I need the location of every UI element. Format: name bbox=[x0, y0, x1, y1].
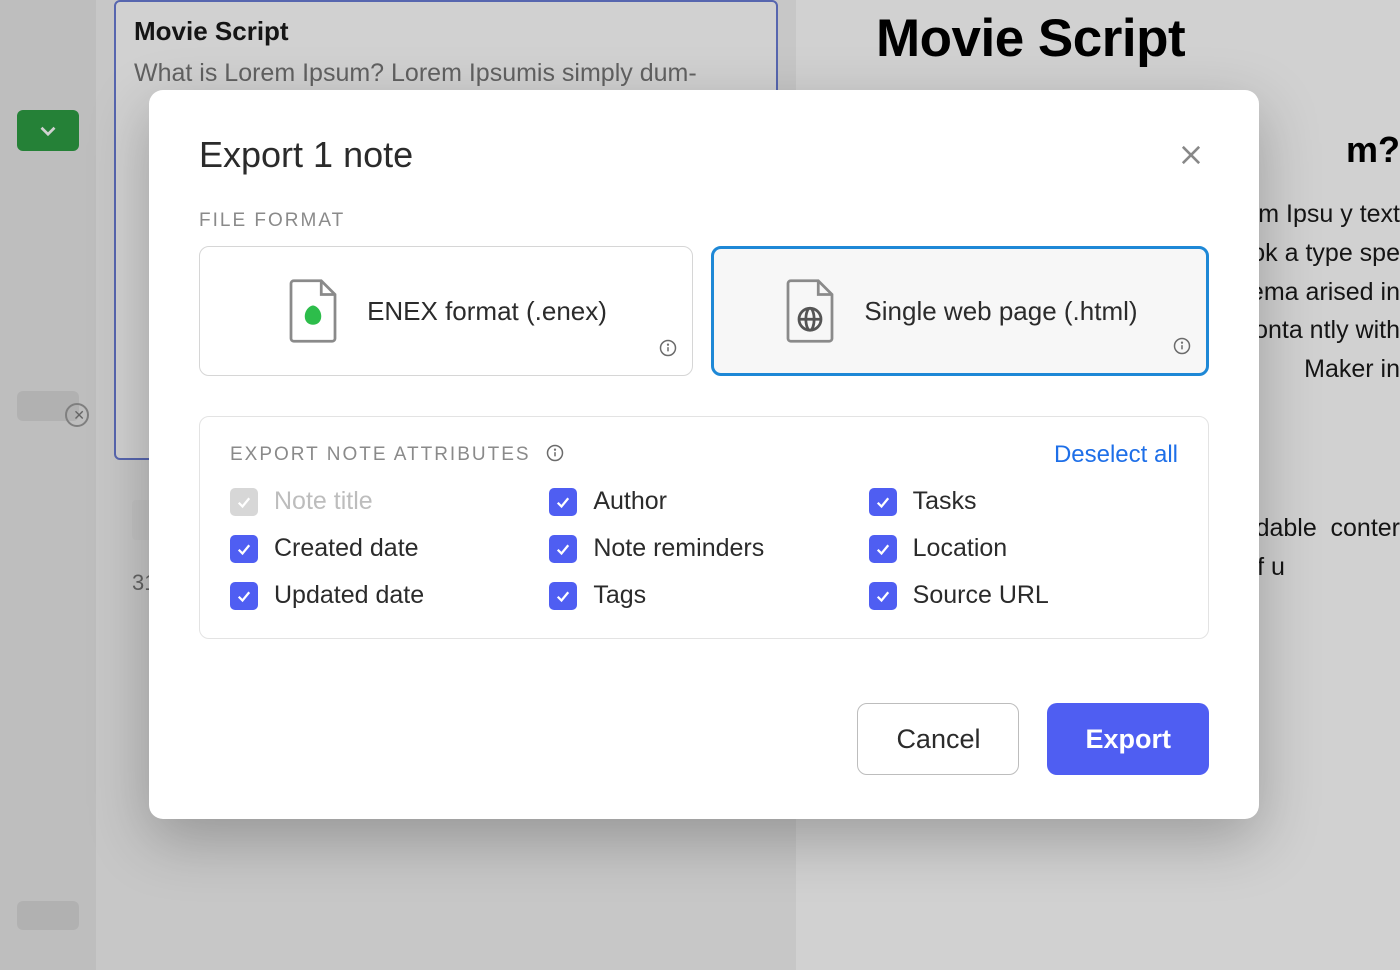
checkbox-note-title bbox=[230, 488, 258, 516]
attr-note-reminders: Note reminders bbox=[549, 534, 858, 563]
attr-label: Tags bbox=[593, 581, 646, 610]
checkbox-created-date[interactable] bbox=[230, 535, 258, 563]
file-icon bbox=[285, 278, 341, 344]
attr-label: Created date bbox=[274, 534, 419, 563]
attr-label: Updated date bbox=[274, 581, 424, 610]
attr-location: Location bbox=[869, 534, 1178, 563]
attr-label: Note title bbox=[274, 487, 373, 516]
close-button[interactable] bbox=[1173, 137, 1209, 173]
attr-label: Note reminders bbox=[593, 534, 764, 563]
checkbox-updated-date[interactable] bbox=[230, 582, 258, 610]
file-format-label: FILE FORMAT bbox=[199, 210, 1209, 232]
info-icon bbox=[1172, 336, 1192, 356]
attr-updated-date: Updated date bbox=[230, 581, 539, 610]
attr-created-date: Created date bbox=[230, 534, 539, 563]
format-option-label: ENEX format (.enex) bbox=[367, 296, 607, 327]
checkbox-source-url[interactable] bbox=[869, 582, 897, 610]
attr-label: Tasks bbox=[913, 487, 977, 516]
checkbox-tags[interactable] bbox=[549, 582, 577, 610]
attr-label: Location bbox=[913, 534, 1008, 563]
deselect-all-link[interactable]: Deselect all bbox=[1054, 441, 1178, 469]
checkbox-tasks[interactable] bbox=[869, 488, 897, 516]
attr-tasks: Tasks bbox=[869, 487, 1178, 516]
checkbox-location[interactable] bbox=[869, 535, 897, 563]
attr-tags: Tags bbox=[549, 581, 858, 610]
info-icon bbox=[658, 338, 678, 358]
attr-note-title: Note title bbox=[230, 487, 539, 516]
checkbox-note-reminders[interactable] bbox=[549, 535, 577, 563]
close-icon bbox=[1177, 141, 1205, 169]
format-option-enex[interactable]: ENEX format (.enex) bbox=[199, 246, 693, 376]
attr-label: Author bbox=[593, 487, 667, 516]
attr-source-url: Source URL bbox=[869, 581, 1178, 610]
export-modal: Export 1 note FILE FORMAT ENEX format (.… bbox=[149, 90, 1259, 819]
checkbox-author[interactable] bbox=[549, 488, 577, 516]
attributes-label: EXPORT NOTE ATTRIBUTES bbox=[230, 444, 531, 466]
file-icon bbox=[782, 278, 838, 344]
export-button[interactable]: Export bbox=[1047, 703, 1209, 775]
info-button[interactable] bbox=[658, 338, 678, 363]
attr-label: Source URL bbox=[913, 581, 1049, 610]
format-option-html[interactable]: Single web page (.html) bbox=[711, 246, 1209, 376]
format-option-label: Single web page (.html) bbox=[864, 296, 1137, 327]
info-icon bbox=[545, 443, 565, 463]
attr-author: Author bbox=[549, 487, 858, 516]
info-button[interactable] bbox=[1172, 336, 1192, 361]
modal-title: Export 1 note bbox=[199, 134, 413, 176]
info-button[interactable] bbox=[545, 443, 565, 468]
attributes-panel: EXPORT NOTE ATTRIBUTES Deselect all Note… bbox=[199, 416, 1209, 639]
cancel-button[interactable]: Cancel bbox=[857, 703, 1019, 775]
